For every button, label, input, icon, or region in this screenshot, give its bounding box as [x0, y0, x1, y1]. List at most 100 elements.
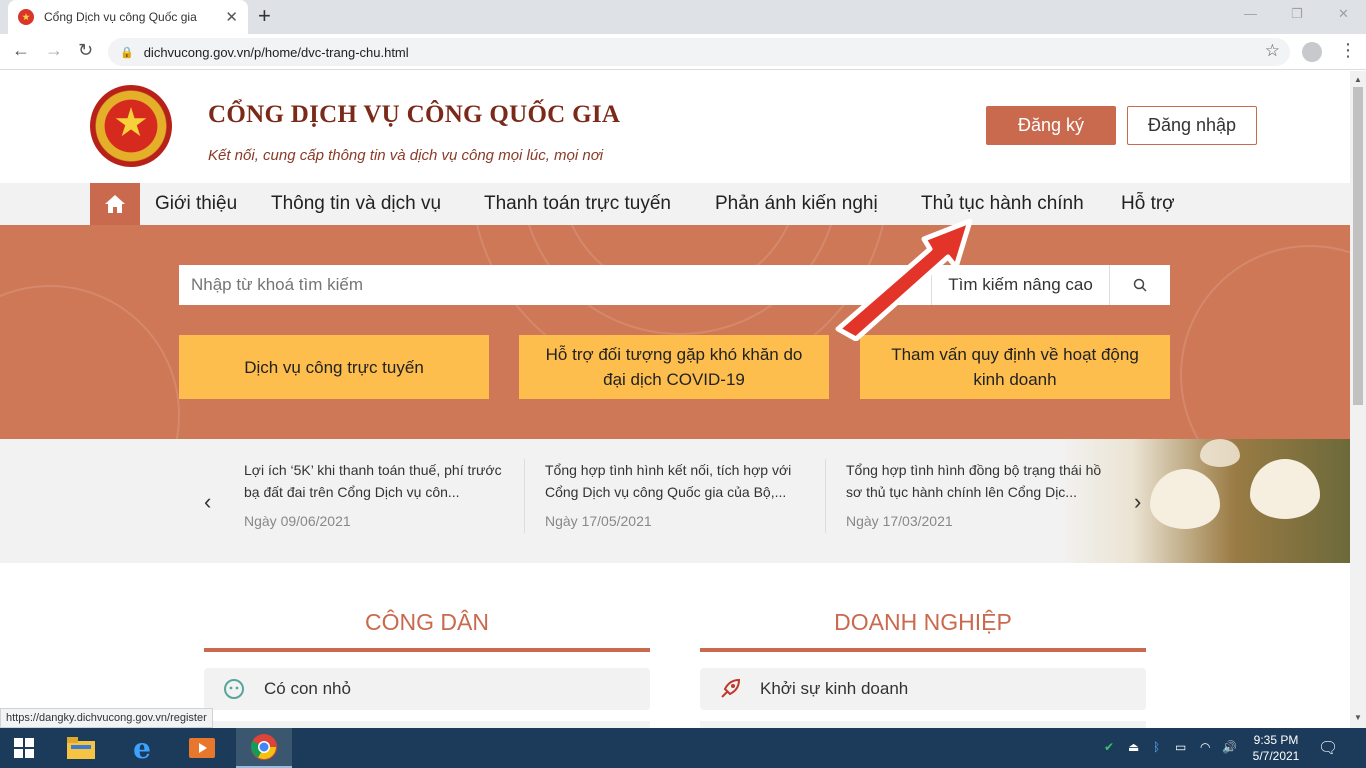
- close-tab-icon[interactable]: ✕: [225, 8, 238, 26]
- citizen-next-item[interactable]: [204, 721, 650, 728]
- security-shield-icon[interactable]: ✔: [1104, 740, 1114, 754]
- lotus-flower: [1150, 469, 1220, 529]
- card-online-services[interactable]: Dịch vụ công trực tuyến: [179, 335, 489, 399]
- card-label: đại dịch COVID-19: [603, 370, 745, 389]
- internet-explorer-taskbar[interactable]: e: [114, 728, 170, 768]
- media-player-icon: [189, 738, 215, 758]
- business-section-title: DOANH NGHIỆP: [834, 609, 1012, 635]
- ie-icon: e: [133, 731, 151, 765]
- home-icon: [105, 195, 125, 213]
- menu-item-thanh-toan[interactable]: Thanh toán trực tuyến: [484, 193, 671, 215]
- red-annotation-arrow-icon: [835, 218, 973, 341]
- usb-icon[interactable]: ⏏: [1128, 740, 1139, 754]
- news-title[interactable]: Tổng hợp tình hình đồng bộ trạng thái hồ…: [846, 459, 1116, 503]
- card-label: Tham vấn quy định về hoạt động: [891, 345, 1139, 364]
- scroll-down-icon[interactable]: ▼: [1354, 713, 1362, 722]
- citizen-item-children[interactable]: Có con nhỏ: [204, 668, 650, 710]
- search-input[interactable]: [179, 265, 931, 305]
- card-label: kinh doanh: [973, 370, 1057, 389]
- reload-icon[interactable]: ↻: [78, 40, 93, 61]
- lotus-flower: [1250, 459, 1320, 519]
- browser-tab[interactable]: Cổng Dịch vụ công Quốc gia ✕: [8, 0, 248, 34]
- divider: [825, 459, 826, 533]
- menu-item-gioi-thieu[interactable]: Giới thiệu: [155, 193, 237, 215]
- news-date: Ngày 17/05/2021: [545, 513, 652, 529]
- login-button[interactable]: Đăng nhập: [1127, 106, 1257, 145]
- back-icon[interactable]: ←: [12, 40, 30, 61]
- bluetooth-icon[interactable]: ᛒ: [1153, 740, 1160, 754]
- news-item[interactable]: Tổng hợp tình hình đồng bộ trạng thái hồ…: [846, 459, 1116, 529]
- business-next-item[interactable]: [700, 721, 1146, 728]
- drum-pattern: [1180, 245, 1350, 439]
- windows-taskbar: e ✔ ⏏ ᛒ ▭ ◠ 🔊 9:35 PM 5/7/2021 🗨: [0, 728, 1366, 768]
- news-date: Ngày 09/06/2021: [244, 513, 351, 529]
- business-item-startup[interactable]: Khởi sự kinh doanh: [700, 668, 1146, 710]
- start-button[interactable]: [0, 728, 48, 768]
- tab-title: Cổng Dịch vụ công Quốc gia: [44, 10, 197, 24]
- site-slogan: Kết nối, cung cấp thông tin và dịch vụ c…: [208, 147, 604, 164]
- rocket-icon: [700, 676, 760, 702]
- news-date: Ngày 17/03/2021: [846, 513, 953, 529]
- baby-icon: [204, 676, 264, 702]
- browser-tab-bar: Cổng Dịch vụ công Quốc gia ✕ + — ❐ ✕: [0, 0, 1366, 34]
- news-item[interactable]: Tổng hợp tình hình kết nối, tích hợp với…: [545, 459, 815, 529]
- home-button[interactable]: [90, 183, 140, 225]
- chrome-icon: [251, 734, 277, 760]
- card-label: Hỗ trợ đối tượng gặp khó khăn do: [545, 345, 803, 364]
- citizen-section-title: CÔNG DÂN: [365, 609, 489, 635]
- item-label: Có con nhỏ: [264, 679, 351, 698]
- scroll-up-icon[interactable]: ▲: [1354, 75, 1362, 84]
- page-scrollbar[interactable]: ▲ ▼: [1350, 71, 1366, 728]
- scrollbar-thumb[interactable]: [1353, 87, 1363, 405]
- menu-item-ho-tro[interactable]: Hỗ trợ: [1121, 193, 1175, 215]
- news-item[interactable]: Lợi ích ‘5K’ khi thanh toán thuế, phí tr…: [244, 459, 514, 529]
- address-bar[interactable]: 🔒 dichvucong.gov.vn/p/home/dvc-trang-chu…: [108, 38, 1290, 66]
- site-brand[interactable]: CỔNG DỊCH VỤ CÔNG QUỐC GIA: [208, 101, 620, 129]
- search-button[interactable]: [1109, 265, 1170, 305]
- citizen-underline: [204, 648, 650, 652]
- close-window-icon[interactable]: ✕: [1338, 6, 1349, 22]
- file-explorer-taskbar[interactable]: [53, 728, 109, 768]
- drum-pattern: [0, 285, 180, 439]
- hero-banner: Tìm kiếm nâng cao Dịch vụ công trực tuyế…: [0, 225, 1350, 439]
- wifi-icon[interactable]: ◠: [1200, 740, 1210, 754]
- news-title[interactable]: Tổng hợp tình hình kết nối, tích hợp với…: [545, 459, 815, 503]
- url-text: dichvucong.gov.vn/p/home/dvc-trang-chu.h…: [143, 44, 409, 60]
- folder-icon: [67, 737, 95, 759]
- divider: [524, 459, 525, 533]
- browser-toolbar: ← → ↻ 🔒 dichvucong.gov.vn/p/home/dvc-tra…: [0, 34, 1366, 70]
- media-player-taskbar[interactable]: [174, 728, 230, 768]
- card-covid-support[interactable]: Hỗ trợ đối tượng gặp khó khăn do đại dịch…: [519, 335, 829, 399]
- lock-icon: 🔒: [120, 46, 134, 59]
- item-label: Khởi sự kinh doanh: [760, 679, 909, 698]
- forward-icon[interactable]: →: [45, 40, 63, 61]
- volume-icon[interactable]: 🔊: [1222, 740, 1237, 754]
- business-underline: [700, 648, 1146, 652]
- bookmark-star-icon[interactable]: ☆: [1265, 41, 1280, 61]
- site-favicon-icon: [18, 9, 34, 25]
- profile-avatar-icon[interactable]: [1302, 42, 1322, 62]
- new-tab-button[interactable]: +: [258, 5, 271, 27]
- carousel-next-icon[interactable]: ›: [1134, 489, 1141, 515]
- windows-logo-icon: [14, 738, 34, 758]
- web-page: CỔNG DỊCH VỤ CÔNG QUỐC GIA Kết nối, cung…: [0, 71, 1350, 728]
- notification-icon[interactable]: 🗨: [1318, 738, 1338, 758]
- card-business-consultation[interactable]: Tham vấn quy định về hoạt động kinh doanh: [860, 335, 1170, 399]
- card-label: Dịch vụ công trực tuyến: [244, 357, 424, 377]
- national-emblem-logo: [90, 85, 172, 167]
- chrome-taskbar[interactable]: [236, 728, 292, 768]
- clock-date: 5/7/2021: [1252, 749, 1300, 763]
- register-button[interactable]: Đăng ký: [986, 106, 1116, 145]
- minimize-icon[interactable]: —: [1244, 6, 1257, 21]
- news-carousel: ‹ › Lợi ích ‘5K’ khi thanh toán thuế, ph…: [0, 439, 1350, 563]
- power-icon[interactable]: ▭: [1175, 740, 1186, 754]
- clock-time: 9:35 PM: [1253, 733, 1299, 747]
- lotus-bud: [1200, 439, 1240, 467]
- carousel-prev-icon[interactable]: ‹: [204, 489, 211, 515]
- menu-item-thong-tin[interactable]: Thông tin và dịch vụ: [271, 193, 441, 215]
- search-icon: [1133, 278, 1147, 292]
- news-title[interactable]: Lợi ích ‘5K’ khi thanh toán thuế, phí tr…: [244, 459, 514, 503]
- taskbar-clock[interactable]: 9:35 PM 5/7/2021: [1246, 732, 1306, 764]
- browser-menu-icon[interactable]: ⋮: [1339, 40, 1357, 61]
- restore-icon[interactable]: ❐: [1291, 6, 1303, 22]
